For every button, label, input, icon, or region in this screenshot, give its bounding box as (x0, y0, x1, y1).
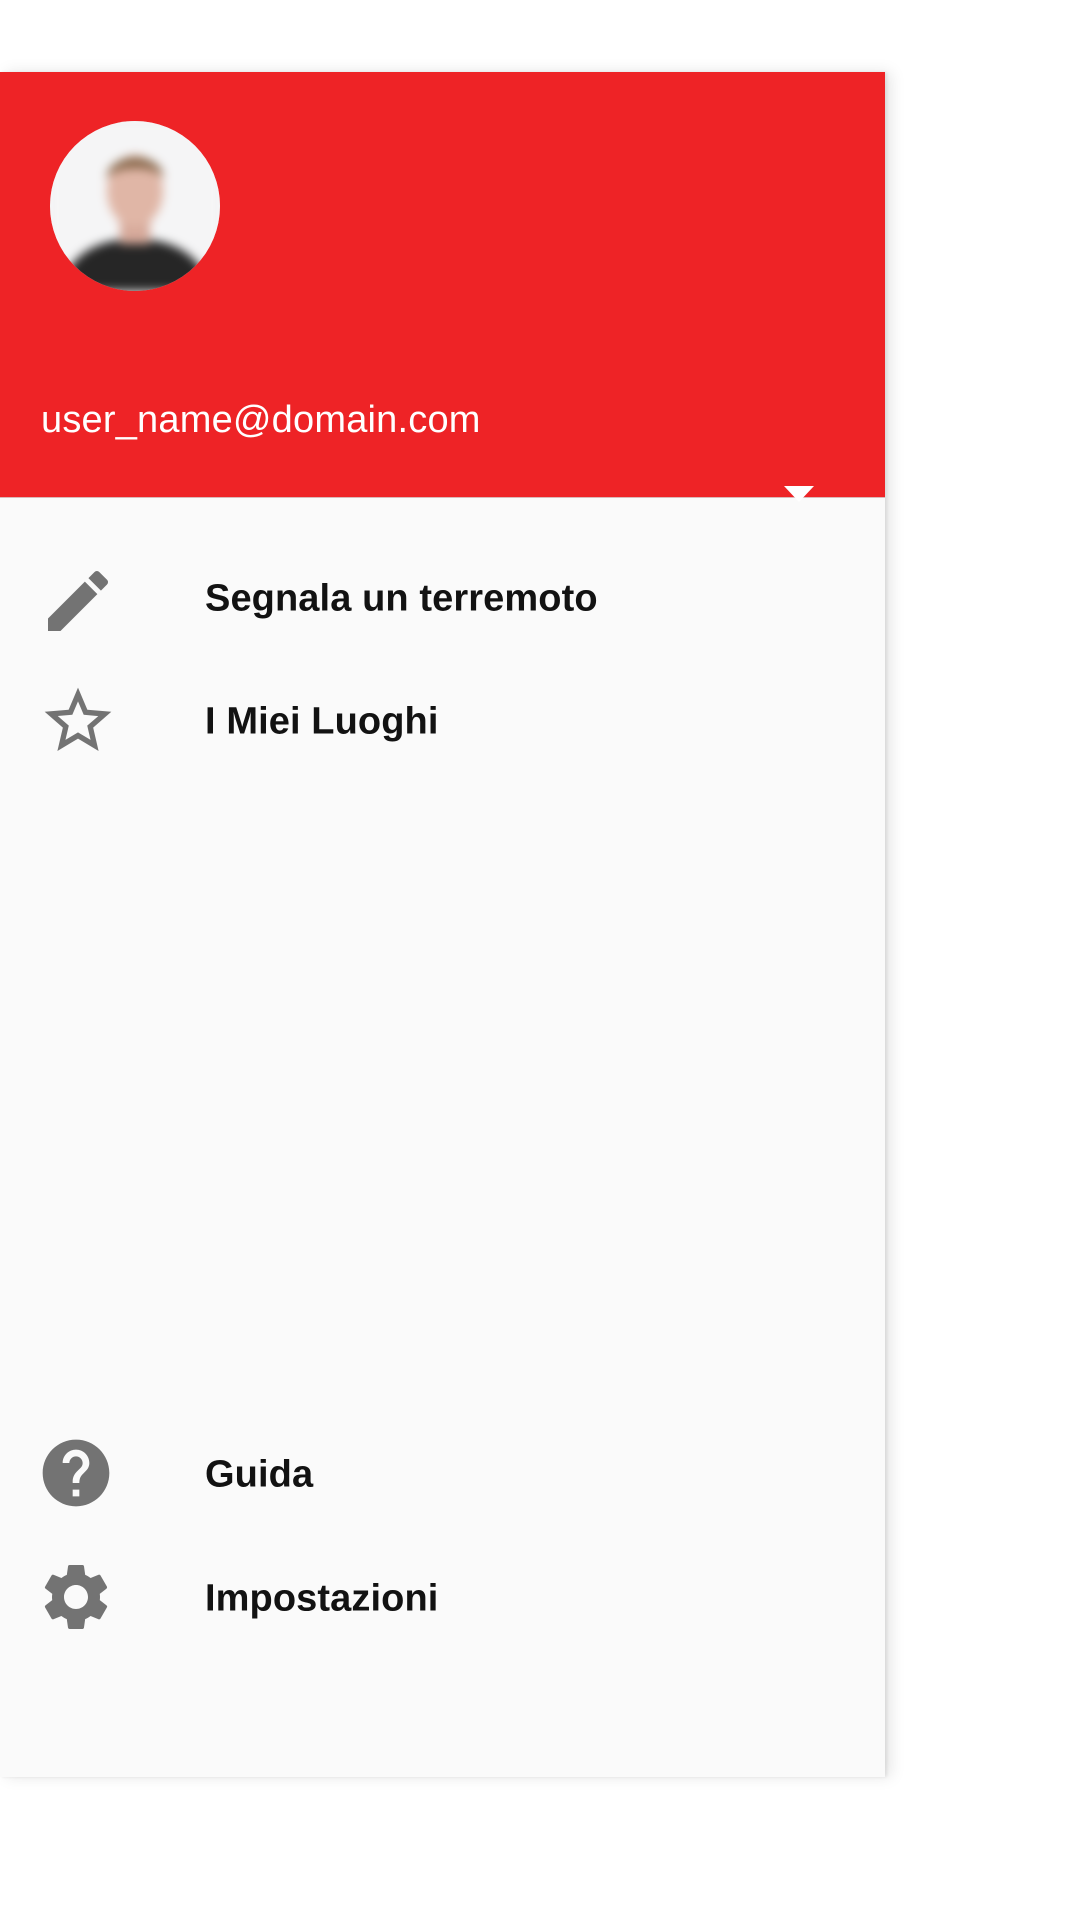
menu-item-segnala-terremoto[interactable]: Segnala un terremoto (0, 539, 885, 659)
menu-item-label: Segnala un terremoto (205, 577, 598, 620)
menu-item-label: I Miei Luoghi (205, 700, 439, 743)
star-outline-icon (38, 681, 118, 761)
account-header: user_name@domain.com (0, 72, 885, 502)
avatar[interactable] (50, 121, 220, 291)
help-circle-icon (36, 1433, 116, 1513)
account-email: user_name@domain.com (41, 399, 481, 441)
avatar-photo (50, 121, 220, 291)
pencil-icon (38, 561, 118, 641)
menu-item-miei-luoghi[interactable]: I Miei Luoghi (0, 662, 885, 782)
navigation-drawer: user_name@domain.com Segnala un terremot… (0, 72, 885, 1777)
menu-item-label: Impostazioni (205, 1577, 439, 1620)
gear-icon (36, 1557, 116, 1637)
menu-item-label: Guida (205, 1453, 314, 1496)
menu-item-impostazioni[interactable]: Impostazioni (0, 1539, 885, 1659)
menu-item-guida[interactable]: Guida (0, 1415, 885, 1535)
